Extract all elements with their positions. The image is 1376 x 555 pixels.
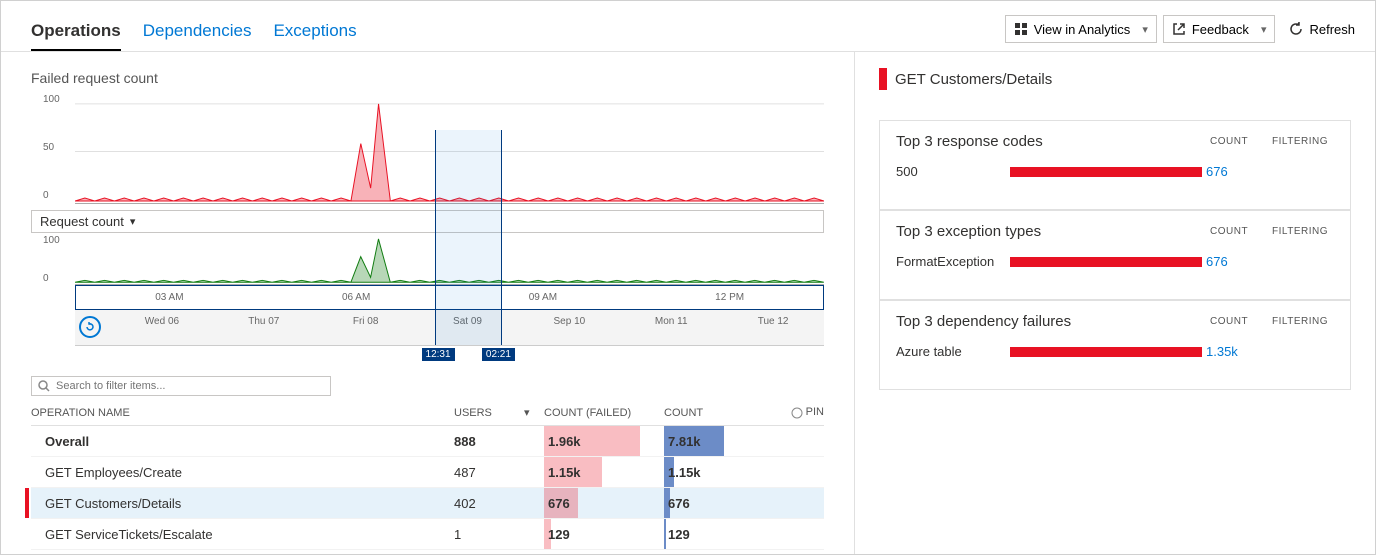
tab-dependencies[interactable]: Dependencies [143,21,252,51]
chart-title-failed: Failed request count [31,70,824,86]
search-icon [38,380,50,392]
table-row[interactable]: GET Employees/Create 487 1.15k 1.15k [31,457,824,488]
chevron-down-icon: ▾ [1261,23,1267,36]
table-header: OPERATION NAME USERS ▾ COUNT (FAILED) CO… [31,396,824,426]
col-header-count[interactable]: COUNT [664,407,784,419]
panel-col-filter: FILTERING [1272,136,1334,147]
cell-count: 7.81k [664,426,784,456]
panel-col-count: COUNT [1210,136,1272,147]
panel-col-filter: FILTERING [1272,226,1334,237]
cell-count: 1.15k [664,457,784,487]
cell-users: 402 [454,496,524,511]
analytics-icon [1014,22,1028,36]
time-marker-end: 02:21 [482,348,515,361]
ytick: 100 [43,94,60,105]
operations-table: Overall 888 1.96k 7.81k GET Employees/Cr… [31,426,824,550]
panel-title: Top 3 response codes [896,133,1210,150]
panel-row-count[interactable]: 676 [1206,164,1268,179]
table-row[interactable]: GET Customers/Details 402 676 676 [31,488,824,519]
panel-row[interactable]: 500 676 [896,164,1334,179]
search-input[interactable] [56,380,324,392]
view-analytics-button[interactable]: View in Analytics ▾ [1005,15,1157,43]
cell-users: 888 [454,434,524,449]
cell-users: 487 [454,465,524,480]
request-count-dropdown[interactable]: Request count ▾ [31,210,824,233]
tab-exceptions[interactable]: Exceptions [273,21,356,51]
col-header-users[interactable]: USERS [454,407,524,419]
cell-operation-name: GET Employees/Create [31,465,454,480]
failed-request-chart[interactable]: 100 50 0 [31,94,824,204]
detail-panel: Top 3 dependency failures COUNT FILTERIN… [879,300,1351,390]
timeline-scrubber[interactable]: Wed 06 Thu 07 Fri 08 Sat 09 Sep 10 Mon 1… [75,310,824,346]
panel-row-label: 500 [896,164,1006,179]
refresh-button[interactable]: Refresh [1281,15,1363,43]
feedback-button[interactable]: Feedback ▾ [1163,15,1276,43]
chevron-down-icon: ▾ [1142,23,1148,36]
panel-col-filter: FILTERING [1272,316,1334,327]
detail-panel: Top 3 exception types COUNT FILTERING Fo… [879,210,1351,300]
dropdown-label: Request count [40,214,124,229]
time-selection[interactable]: ⇔ 12:31 02:21 [435,130,502,345]
cell-count: 676 [664,488,784,518]
time-marker-start: 12:31 [422,348,455,361]
view-analytics-label: View in Analytics [1034,22,1131,37]
col-header-pin[interactable]: PIN [784,406,824,418]
revert-icon[interactable] [79,316,101,338]
table-row[interactable]: GET ServiceTickets/Escalate 1 129 129 [31,519,824,550]
panel-row-bar [1010,347,1202,357]
cell-operation-name: Overall [31,434,454,449]
chevron-down-icon: ▾ [130,215,136,228]
panel-row-label: FormatException [896,254,1006,269]
panel-col-count: COUNT [1210,316,1272,327]
cell-count: 129 [664,519,784,549]
cell-failed: 129 [544,519,664,549]
refresh-label: Refresh [1309,22,1355,37]
cell-failed: 1.15k [544,457,664,487]
cell-operation-name: GET Customers/Details [31,496,454,511]
panel-row-bar [1010,167,1202,177]
detail-title: GET Customers/Details [879,68,1351,90]
panel-row[interactable]: FormatException 676 [896,254,1334,269]
panel-row-label: Azure table [896,344,1006,359]
col-header-name[interactable]: OPERATION NAME [31,407,454,419]
ytick: 50 [43,142,54,153]
panel-row[interactable]: Azure table 1.35k [896,344,1334,359]
feedback-label: Feedback [1192,22,1249,37]
external-link-icon [1172,22,1186,36]
tab-operations[interactable]: Operations [31,21,121,51]
panel-title: Top 3 exception types [896,223,1210,240]
search-input-wrapper[interactable] [31,376,331,396]
cell-users: 1 [454,527,524,542]
panel-row-count[interactable]: 1.35k [1206,344,1268,359]
ytick: 0 [43,190,49,201]
cell-failed: 676 [544,488,664,518]
cell-operation-name: GET ServiceTickets/Escalate [31,527,454,542]
panel-col-count: COUNT [1210,226,1272,237]
ytick: 0 [43,273,49,284]
ytick: 100 [43,235,60,246]
panel-row-bar [1010,257,1202,267]
sort-icon[interactable]: ▾ [524,406,544,419]
accent-mark [879,68,887,90]
request-count-chart[interactable]: 100 0 03 AM 06 AM 09 AM 12 PM [31,235,824,346]
table-row[interactable]: Overall 888 1.96k 7.81k [31,426,824,457]
refresh-icon [1289,22,1303,36]
panel-title: Top 3 dependency failures [896,313,1210,330]
col-header-failed[interactable]: COUNT (FAILED) [544,407,664,419]
panel-row-count[interactable]: 676 [1206,254,1268,269]
detail-panel: Top 3 response codes COUNT FILTERING 500… [879,120,1351,210]
cell-failed: 1.96k [544,426,664,456]
